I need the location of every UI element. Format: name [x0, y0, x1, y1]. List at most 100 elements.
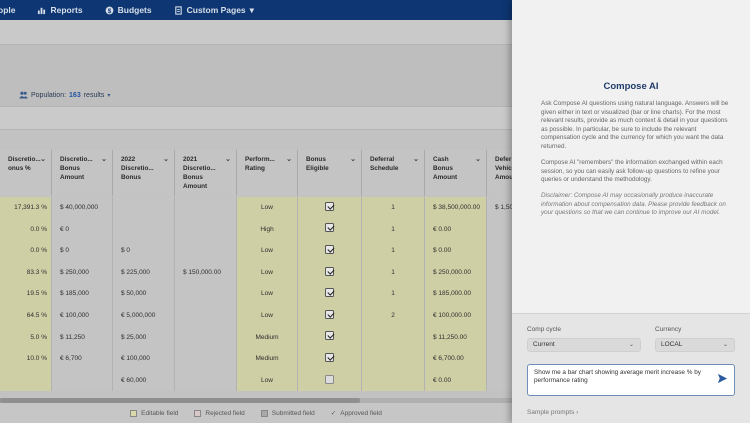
legend-swatch	[130, 409, 138, 417]
bonus-eligible-checkbox[interactable]	[325, 288, 334, 298]
bonus-eligible-checkbox[interactable]	[325, 244, 334, 254]
performance-rating-cell[interactable]: High	[237, 218, 298, 241]
bonus-eligible-cell[interactable]	[298, 369, 362, 392]
cash-bonus-cell[interactable]: $ 185,000.00	[425, 283, 487, 305]
field-legend: Editable field Rejected field Submitted fi…	[0, 403, 512, 423]
bonus-2021-cell	[175, 348, 237, 370]
chevron-down-icon[interactable]: ⌄	[475, 155, 481, 164]
chevron-down-icon[interactable]: ⌄	[350, 155, 356, 164]
nav-budgets[interactable]: $ Budgets	[94, 5, 163, 15]
performance-rating-cell[interactable]: Low	[237, 305, 298, 327]
comp-cycle-value: Current	[533, 341, 555, 348]
performance-rating-cell[interactable]: Medium	[237, 326, 298, 349]
chevron-down-icon[interactable]: ⌄	[40, 155, 46, 164]
bonus-2022-cell	[113, 197, 175, 219]
bonus-eligible-cell[interactable]	[298, 261, 362, 284]
nav-reports[interactable]: Reports	[26, 5, 93, 15]
deferral-schedule-cell[interactable]	[362, 369, 425, 392]
deferral-schedule-cell[interactable]: 1	[362, 261, 425, 284]
deferral-vehicle-cell	[487, 218, 512, 241]
send-icon[interactable]	[717, 373, 728, 384]
bonus-2022-cell: $ 0	[113, 240, 175, 262]
discretionary-pct-cell[interactable]: 19.5 %	[0, 283, 52, 305]
column-header[interactable]: Discretio... onus % ⌄	[0, 150, 52, 196]
prompt-input[interactable]: Show me a bar chart showing average meri…	[527, 364, 735, 396]
bonus-eligible-checkbox[interactable]	[325, 374, 334, 384]
bonus-eligible-checkbox[interactable]	[325, 201, 334, 211]
chevron-down-icon[interactable]: ⌄	[225, 155, 231, 164]
discretionary-pct-cell[interactable]	[0, 369, 52, 392]
cash-bonus-cell[interactable]: $ 38,500,000.00	[425, 197, 487, 219]
nav-people[interactable]: ople	[0, 5, 26, 15]
deferral-vehicle-cell	[487, 261, 512, 284]
population-count: 163	[69, 91, 81, 99]
cash-bonus-cell[interactable]: $ 250,000.00	[425, 261, 487, 284]
bonus-eligible-cell[interactable]	[298, 218, 362, 241]
deferral-schedule-cell[interactable]: 1	[362, 218, 425, 241]
discretionary-pct-cell[interactable]: 64.5 %	[0, 305, 52, 327]
deferral-schedule-cell[interactable]	[362, 348, 425, 370]
performance-rating-cell[interactable]: Medium	[237, 348, 298, 370]
population-filter[interactable]: Population: 163 results ▾	[19, 91, 110, 99]
bonus-eligible-checkbox[interactable]	[325, 352, 334, 362]
chevron-down-icon[interactable]: ⌄	[286, 155, 292, 164]
deferral-schedule-cell[interactable]	[362, 326, 425, 349]
discretionary-pct-cell[interactable]: 10.0 %	[0, 348, 52, 370]
bonus-eligible-cell[interactable]	[298, 326, 362, 349]
bonus-eligible-checkbox[interactable]	[325, 223, 334, 233]
column-header[interactable]: 2021 Discretio... Bonus Amount ⌄	[175, 150, 237, 196]
deferral-schedule-cell[interactable]: 1	[362, 197, 425, 219]
cash-bonus-cell[interactable]: € 0.00	[425, 218, 487, 241]
discretionary-pct-cell[interactable]: 17,391.3 %	[0, 197, 52, 219]
bonus-eligible-cell[interactable]	[298, 283, 362, 305]
legend-item: Rejected field	[194, 409, 245, 417]
bonus-eligible-cell[interactable]	[298, 305, 362, 327]
bonus-eligible-checkbox[interactable]	[325, 309, 334, 319]
cash-bonus-cell[interactable]: $ 0.00	[425, 240, 487, 262]
legend-item: Submitted field	[260, 409, 315, 417]
column-header[interactable]: Bonus Eligible ⌄	[298, 150, 362, 196]
deferral-schedule-cell[interactable]: 1	[362, 240, 425, 262]
bonus-eligible-cell[interactable]	[298, 197, 362, 219]
chevron-down-icon[interactable]: ⌄	[163, 155, 169, 164]
discretionary-pct-cell[interactable]: 0.0 %	[0, 218, 52, 241]
bonus-eligible-cell[interactable]	[298, 348, 362, 370]
performance-rating-cell[interactable]: Low	[237, 197, 298, 219]
bonus-eligible-checkbox[interactable]	[325, 266, 334, 276]
cash-bonus-cell[interactable]: $ 11,250.00	[425, 326, 487, 349]
deferral-vehicle-cell	[487, 348, 512, 370]
cash-bonus-cell[interactable]: € 100,000.00	[425, 305, 487, 327]
discretionary-pct-cell[interactable]: 83.3 %	[0, 261, 52, 284]
column-header[interactable]: Defer Vehic Amou	[487, 150, 512, 196]
bonus-eligible-checkbox[interactable]	[325, 331, 334, 341]
column-header[interactable]: Perform... Rating ⌄	[237, 150, 298, 196]
deferral-schedule-cell[interactable]: 2	[362, 305, 425, 327]
discretionary-pct-cell[interactable]: 5.0 %	[0, 326, 52, 349]
chevron-down-icon: ▾	[107, 92, 111, 99]
performance-rating-cell[interactable]: Low	[237, 261, 298, 284]
table-header: Discretio... onus % ⌄ Discretio... Bonus A…	[0, 150, 512, 196]
chevron-down-icon[interactable]: ⌄	[413, 155, 419, 164]
cash-bonus-cell[interactable]: € 6,700.00	[425, 348, 487, 370]
nav-custom-pages[interactable]: Custom Pages ▾	[163, 5, 265, 16]
discretionary-pct-cell[interactable]: 0.0 %	[0, 240, 52, 262]
compose-ai-panel: Compose AI Ask Compose AI questions usin…	[512, 0, 750, 423]
table-row: 5.0 % $ 11,250 $ 25,000 Medium $ 11,250.00	[0, 326, 512, 349]
comp-cycle-select[interactable]: Current ⌄	[527, 338, 641, 352]
table-row: 0.0 % € 0 High 1 € 0.00	[0, 218, 512, 241]
column-header[interactable]: Deferral Schedule ⌄	[362, 150, 425, 196]
cash-bonus-cell[interactable]: € 0.00	[425, 369, 487, 392]
main-app: ople Reports $ Budgets Custom Pages ▾ Po…	[0, 0, 512, 423]
chevron-down-icon[interactable]: ⌄	[101, 155, 107, 164]
sample-prompts-link[interactable]: Sample prompts ›	[527, 409, 578, 416]
performance-rating-cell[interactable]: Low	[237, 283, 298, 305]
performance-rating-cell[interactable]: Low	[237, 369, 298, 392]
performance-rating-cell[interactable]: Low	[237, 240, 298, 262]
prompt-text: Show me a bar chart showing average meri…	[534, 369, 701, 384]
column-header[interactable]: Cash Bonus Amount ⌄	[425, 150, 487, 196]
deferral-schedule-cell[interactable]: 1	[362, 283, 425, 305]
bonus-eligible-cell[interactable]	[298, 240, 362, 262]
currency-select[interactable]: LOCAL ⌄	[655, 338, 735, 352]
column-header[interactable]: Discretio... Bonus Amount ⌄	[52, 150, 113, 196]
column-header[interactable]: 2022 Discretio... Bonus ⌄	[113, 150, 175, 196]
